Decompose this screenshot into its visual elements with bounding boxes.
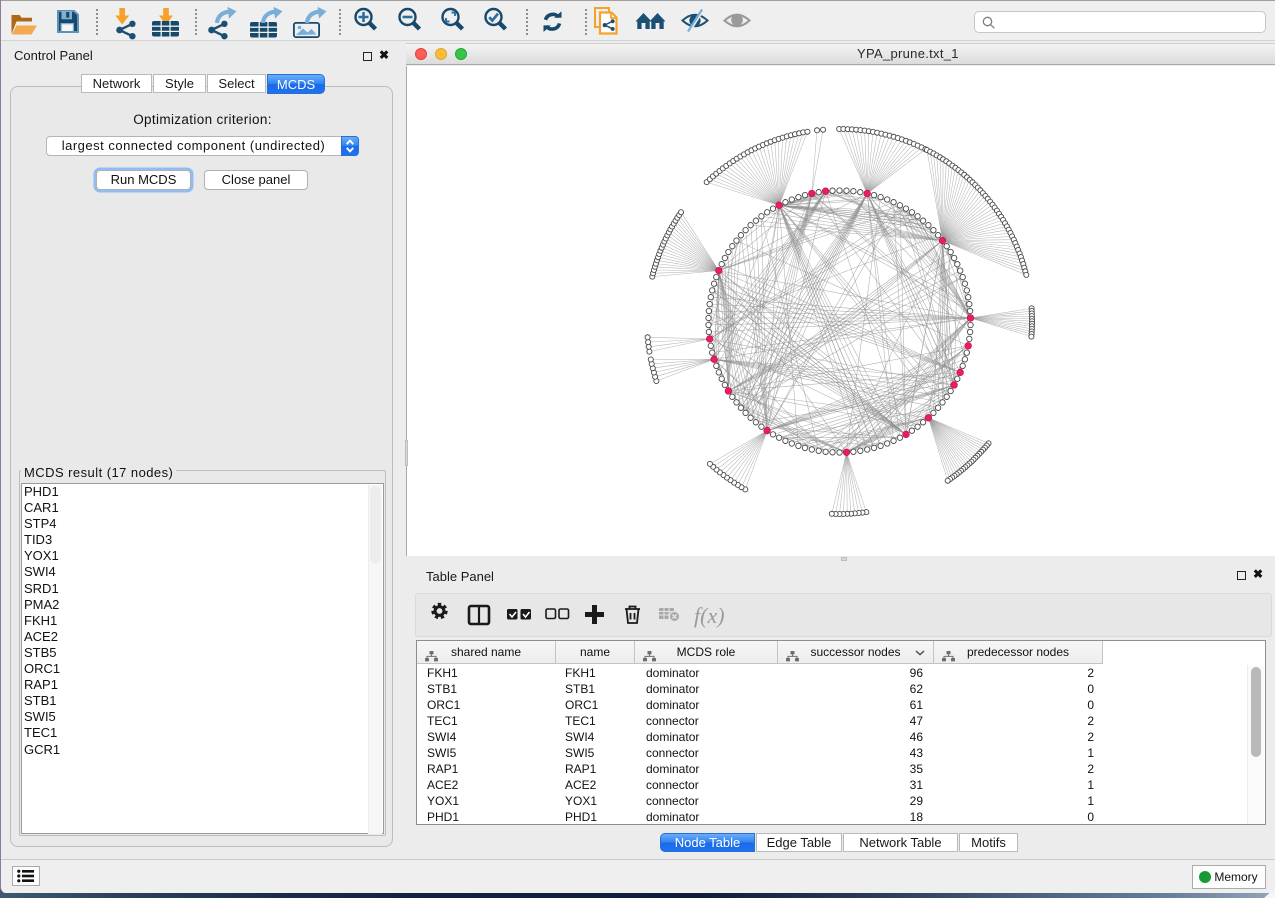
svg-text:f(x): f(x) (694, 603, 725, 628)
